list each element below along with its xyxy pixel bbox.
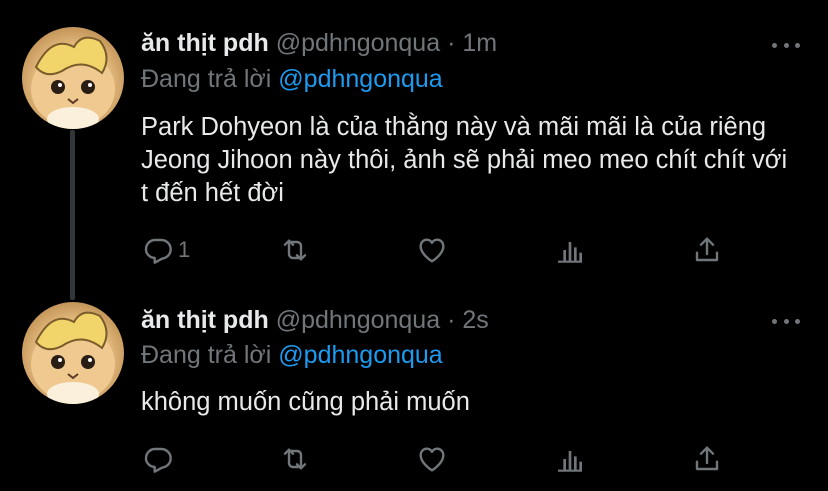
display-name[interactable]: ăn thịt pdh [141, 29, 269, 57]
replying-to-label: Đang trả lời [141, 341, 272, 369]
share-icon [691, 234, 723, 266]
avatar[interactable] [22, 27, 124, 129]
like-button[interactable] [416, 443, 448, 475]
handle[interactable]: @pdhngonqua [276, 29, 440, 57]
tweet-text: Park Dohyeon là của thằng này và mãi mãi… [141, 113, 788, 207]
reply-count: 1 [178, 237, 191, 262]
more-icon[interactable] [772, 317, 800, 325]
tweet-1[interactable]: ăn thịt pdh @pdhngonqua · 1m Đang trả lờ… [0, 0, 828, 300]
replying-to: Đang trả lời @pdhngonqua [141, 340, 443, 370]
cat-avatar-image [31, 311, 115, 404]
retweet-button[interactable] [279, 234, 311, 266]
like-button[interactable] [416, 234, 448, 266]
like-icon [416, 443, 448, 475]
like-icon [416, 234, 448, 266]
retweet-button[interactable] [279, 443, 311, 475]
tweet-2[interactable]: ăn thịt pdh @pdhngonqua · 2s Đang trả lờ… [0, 300, 828, 491]
tweet-header: ăn thịt pdh @pdhngonqua · 1m [141, 28, 497, 58]
tweet-text: không muốn cũng phải muốn [141, 388, 470, 416]
analytics-icon [554, 443, 586, 475]
replying-to: Đang trả lời @pdhngonqua [141, 64, 443, 94]
timestamp[interactable]: 1m [462, 29, 497, 57]
replying-to-handle[interactable]: @pdhngonqua [278, 341, 442, 369]
cat-avatar-image [31, 36, 115, 129]
analytics-button[interactable] [554, 234, 586, 266]
timestamp[interactable]: 2s [462, 306, 488, 334]
replying-to-handle[interactable]: @pdhngonqua [278, 65, 442, 93]
share-button[interactable] [691, 234, 723, 266]
share-icon [691, 443, 723, 475]
retweet-icon [279, 234, 311, 266]
share-button[interactable] [691, 443, 723, 475]
more-icon[interactable] [772, 41, 800, 49]
separator-dot: · [447, 29, 456, 57]
reply-button[interactable] [142, 443, 178, 475]
tweet-header: ăn thịt pdh @pdhngonqua · 2s [141, 305, 489, 335]
analytics-button[interactable] [554, 443, 586, 475]
replying-to-label: Đang trả lời [141, 65, 272, 93]
reply-icon [142, 443, 174, 475]
analytics-icon [554, 234, 586, 266]
reply-button[interactable]: 1 [142, 234, 190, 266]
avatar[interactable] [22, 302, 124, 404]
retweet-icon [279, 443, 311, 475]
reply-icon [142, 234, 174, 266]
handle[interactable]: @pdhngonqua [276, 306, 440, 334]
separator-dot: · [447, 306, 456, 334]
display-name[interactable]: ăn thịt pdh [141, 306, 269, 334]
